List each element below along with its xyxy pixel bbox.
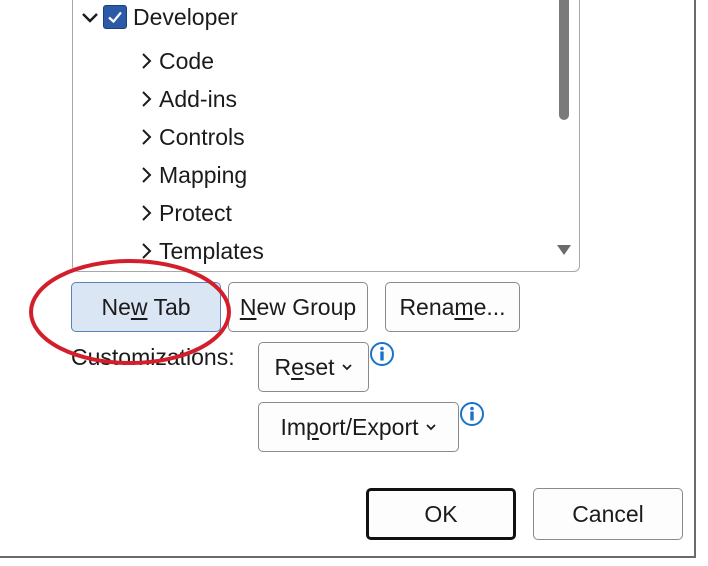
chevron-right-icon[interactable]	[137, 126, 157, 148]
chevron-right-icon[interactable]	[137, 88, 157, 110]
dialog-right-border	[694, 0, 696, 558]
tree-scrollbar[interactable]	[557, 0, 571, 266]
tree-item-mapping[interactable]: Mapping	[137, 160, 247, 190]
chevron-right-icon[interactable]	[137, 240, 157, 262]
access-key: w	[130, 293, 148, 320]
tree-item-label: Mapping	[159, 161, 248, 188]
checkmark-icon	[108, 11, 122, 24]
new-group-button[interactable]: New Group	[228, 282, 368, 332]
tree-item-code[interactable]: Code	[137, 46, 214, 76]
ribbon-tabs-tree[interactable]: Developer Code Add-ins Controls Mapping …	[72, 0, 580, 272]
import-export-dropdown-button[interactable]: Import/Export	[258, 402, 459, 452]
tree-item-add-ins[interactable]: Add-ins	[137, 84, 237, 114]
scrollbar-thumb[interactable]	[559, 0, 569, 120]
chevron-right-icon[interactable]	[137, 164, 157, 186]
access-key: p	[306, 413, 319, 440]
chevron-right-icon[interactable]	[137, 50, 157, 72]
tree-item-developer[interactable]: Developer	[79, 2, 238, 32]
cancel-button[interactable]: Cancel	[533, 488, 683, 540]
info-icon[interactable]	[459, 401, 485, 427]
rename-button[interactable]: Rename...	[385, 282, 520, 332]
new-tab-button[interactable]: New Tab	[71, 282, 221, 332]
tree-item-label: Code	[159, 47, 214, 74]
tree-item-controls[interactable]: Controls	[137, 122, 245, 152]
button-label-rest: e...	[473, 293, 506, 320]
chevron-down-icon	[425, 424, 436, 431]
button-label-rest: ew Group	[256, 293, 357, 320]
chevron-down-icon	[341, 364, 352, 371]
button-label-rest: Tab	[147, 293, 191, 320]
button-label-rest: ort/Export	[318, 413, 419, 440]
tree-item-label: Developer	[133, 3, 238, 30]
button-label-rest: set	[303, 353, 335, 380]
access-key: N	[239, 293, 257, 320]
scroll-down-arrow-icon[interactable]	[557, 244, 571, 256]
button-label: OK	[424, 500, 458, 527]
button-label: Ne	[101, 293, 131, 320]
button-label: Im	[280, 413, 307, 440]
tree-item-templates[interactable]: Templates	[137, 236, 264, 266]
developer-checkbox[interactable]	[103, 5, 127, 29]
tree-item-label: Protect	[159, 199, 232, 226]
button-label: R	[274, 353, 292, 380]
button-label: Rena	[399, 293, 455, 320]
info-icon[interactable]	[369, 341, 395, 367]
tree-item-label: Add-ins	[159, 85, 237, 112]
customizations-label: Customizations:	[71, 344, 235, 370]
tree-item-label: Controls	[159, 123, 245, 150]
tree-item-label: Templates	[159, 237, 264, 264]
ok-button[interactable]: OK	[366, 488, 516, 540]
dialog-bottom-border	[0, 556, 696, 558]
tree-item-protect[interactable]: Protect	[137, 198, 232, 228]
chevron-down-icon[interactable]	[79, 6, 101, 28]
access-key: m	[454, 293, 474, 320]
button-label: Cancel	[572, 500, 644, 527]
chevron-right-icon[interactable]	[137, 202, 157, 224]
reset-dropdown-button[interactable]: Reset	[258, 342, 369, 392]
access-key: e	[291, 353, 304, 380]
